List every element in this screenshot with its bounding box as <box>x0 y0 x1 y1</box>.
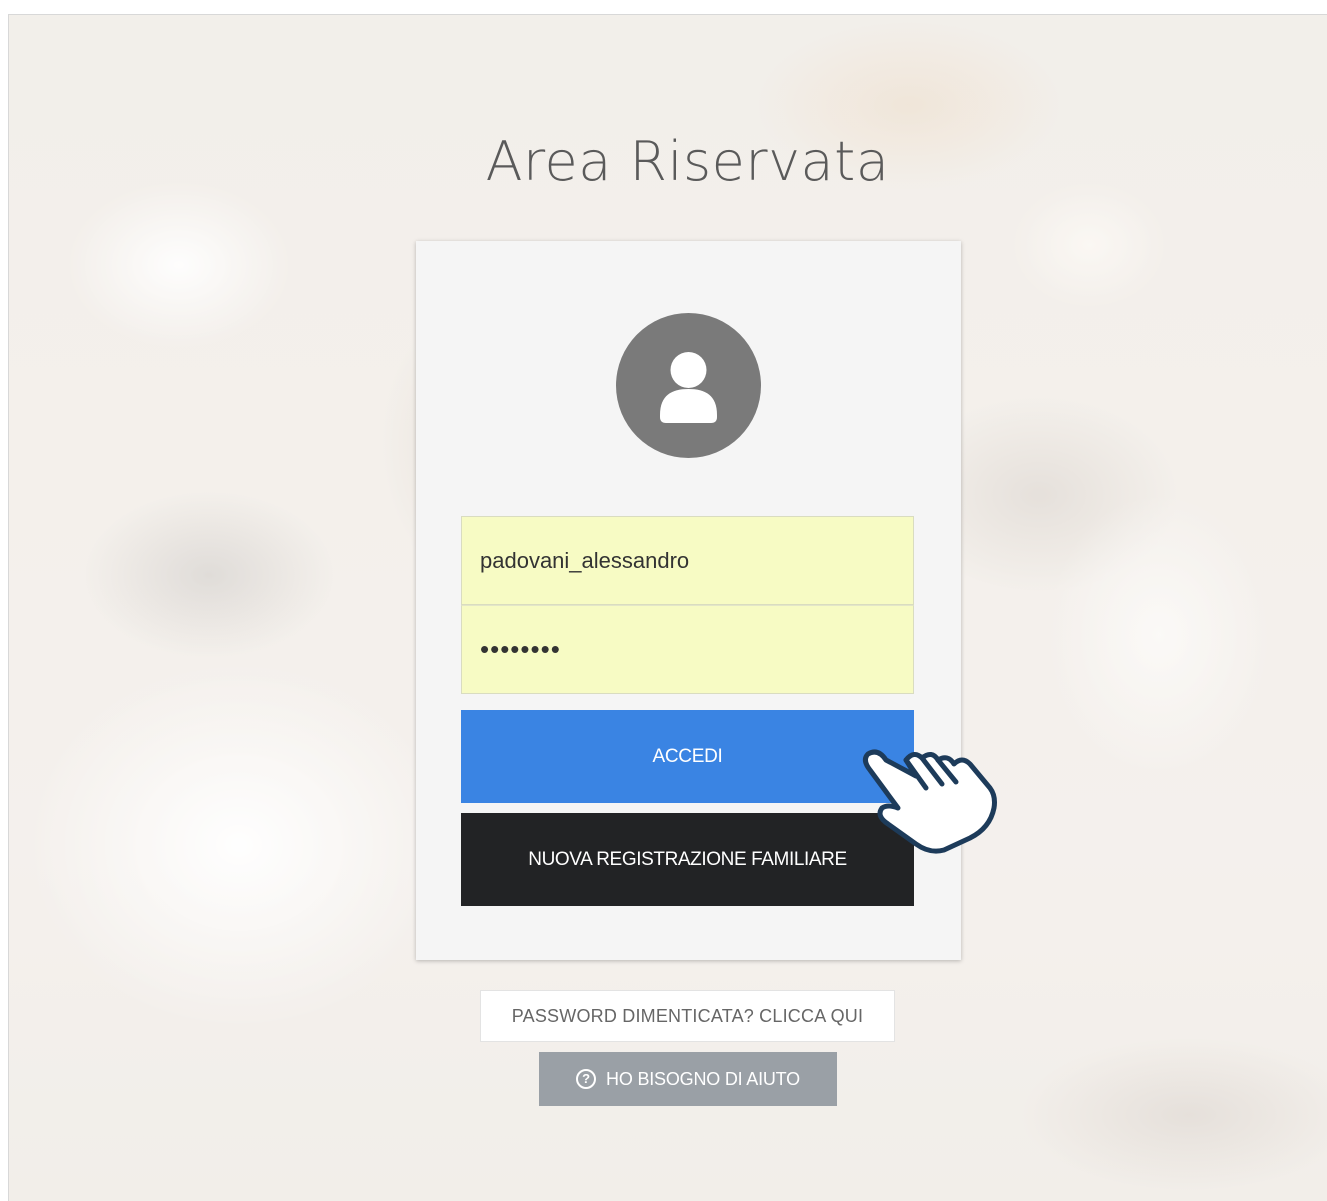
new-family-registration-button[interactable]: NUOVA REGISTRAZIONE FAMILIARE <box>461 813 914 906</box>
page-title: Area Riservata <box>485 130 890 193</box>
user-icon <box>616 313 761 458</box>
password-input[interactable] <box>461 605 914 694</box>
login-button[interactable]: ACCEDI <box>461 710 914 803</box>
help-button-label: HO BISOGNO DI AIUTO <box>606 1068 800 1089</box>
username-input[interactable] <box>461 516 914 605</box>
login-card: ACCEDI NUOVA REGISTRAZIONE FAMILIARE <box>416 241 961 960</box>
forgot-password-link[interactable]: PASSWORD DIMENTICATA? CLICCA QUI <box>480 990 895 1042</box>
question-circle-icon: ? <box>576 1069 597 1089</box>
help-button[interactable]: ? HO BISOGNO DI AIUTO <box>539 1052 837 1106</box>
